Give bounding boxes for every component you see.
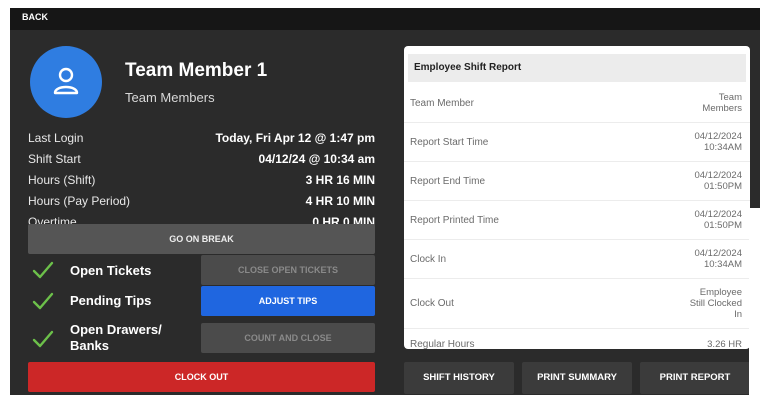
report-header: Employee Shift Report: [408, 54, 746, 82]
report-row: Regular Hours 3.26 HR: [404, 329, 750, 349]
report-row: Clock In 04/12/2024 10:34AM: [404, 240, 750, 279]
checklist-label: Open Drawers/ Banks: [70, 322, 162, 353]
report-row-value: 04/12/2024 10:34AM: [694, 131, 742, 153]
report-row-label: Regular Hours: [410, 339, 475, 349]
stat-last-login: Last Login Today, Fri Apr 12 @ 1:47 pm: [28, 131, 375, 149]
stat-value: 04/12/24 @ 10:34 am: [258, 152, 375, 166]
shift-history-button[interactable]: SHIFT HISTORY: [404, 362, 514, 394]
report-row-label: Team Member: [410, 98, 474, 109]
report-row-label: Report End Time: [410, 176, 486, 187]
report-row-label: Clock Out: [410, 298, 454, 309]
top-bar: BACK: [10, 8, 760, 30]
report-row: Report Start Time 04/12/2024 10:34AM: [404, 123, 750, 162]
count-and-close-button[interactable]: COUNT AND CLOSE: [201, 323, 375, 353]
report-row: Team Member Team Members: [404, 84, 750, 123]
stat-value: Today, Fri Apr 12 @ 1:47 pm: [215, 131, 375, 145]
close-open-tickets-button[interactable]: CLOSE OPEN TICKETS: [201, 255, 375, 285]
right-edge-strip: [749, 208, 760, 395]
report-row-label: Clock In: [410, 254, 447, 265]
stat-label: Shift Start: [28, 152, 81, 166]
stat-shift-start: Shift Start 04/12/24 @ 10:34 am: [28, 152, 375, 170]
stat-hours-pay-period: Hours (Pay Period) 4 HR 10 MIN: [28, 194, 375, 212]
report-row-label: Report Printed Time: [410, 215, 499, 226]
back-button[interactable]: BACK: [22, 12, 48, 22]
report-title: Employee Shift Report: [414, 62, 522, 73]
checklist-open-tickets: Open Tickets CLOSE OPEN TICKETS: [28, 255, 375, 289]
employee-role: Team Members: [125, 90, 215, 105]
report-row-value: 04/12/2024 01:50PM: [694, 209, 742, 231]
stat-value: 4 HR 10 MIN: [305, 194, 375, 208]
stat-value: 3 HR 16 MIN: [305, 173, 375, 187]
checklist-open-drawers: Open Drawers/ Banks COUNT AND CLOSE: [28, 322, 375, 357]
employee-name: Team Member 1: [125, 60, 268, 81]
report-row-value: 04/12/2024 10:34AM: [694, 248, 742, 270]
print-summary-button[interactable]: PRINT SUMMARY: [522, 362, 632, 394]
checklist-label: Pending Tips: [70, 293, 152, 308]
stat-hours-shift: Hours (Shift) 3 HR 16 MIN: [28, 173, 375, 191]
stat-label: Hours (Shift): [28, 173, 96, 187]
adjust-tips-button[interactable]: ADJUST TIPS: [201, 286, 375, 316]
employee-shift-screen: BACK Team Member 1 Team Members Last Log…: [10, 8, 760, 395]
checklist-pending-tips: Pending Tips ADJUST TIPS: [28, 286, 375, 320]
clock-out-button[interactable]: CLOCK OUT: [28, 362, 375, 392]
report-row: Report Printed Time 04/12/2024 01:50PM: [404, 201, 750, 240]
report-row: Report End Time 04/12/2024 01:50PM: [404, 162, 750, 201]
stat-label: Hours (Pay Period): [28, 194, 131, 208]
checkmark-icon: [32, 292, 54, 310]
checkmark-icon: [32, 261, 54, 279]
stat-label: Last Login: [28, 131, 84, 145]
report-row-value: 3.26 HR: [707, 339, 742, 349]
checkmark-icon: [32, 330, 54, 348]
report-row-value: Employee Still Clocked In: [689, 287, 742, 320]
report-row: Clock Out Employee Still Clocked In: [404, 279, 750, 329]
report-row-label: Report Start Time: [410, 137, 489, 148]
report-row-value: Team Members: [702, 92, 742, 114]
go-on-break-button[interactable]: GO ON BREAK: [28, 224, 375, 254]
report-row-value: 04/12/2024 01:50PM: [694, 170, 742, 192]
avatar: [30, 46, 102, 118]
employee-shift-report[interactable]: Employee Shift Report Team Member Team M…: [404, 46, 750, 349]
checklist-label: Open Tickets: [70, 263, 152, 278]
user-icon: [53, 67, 79, 95]
print-report-button[interactable]: PRINT REPORT: [640, 362, 750, 394]
